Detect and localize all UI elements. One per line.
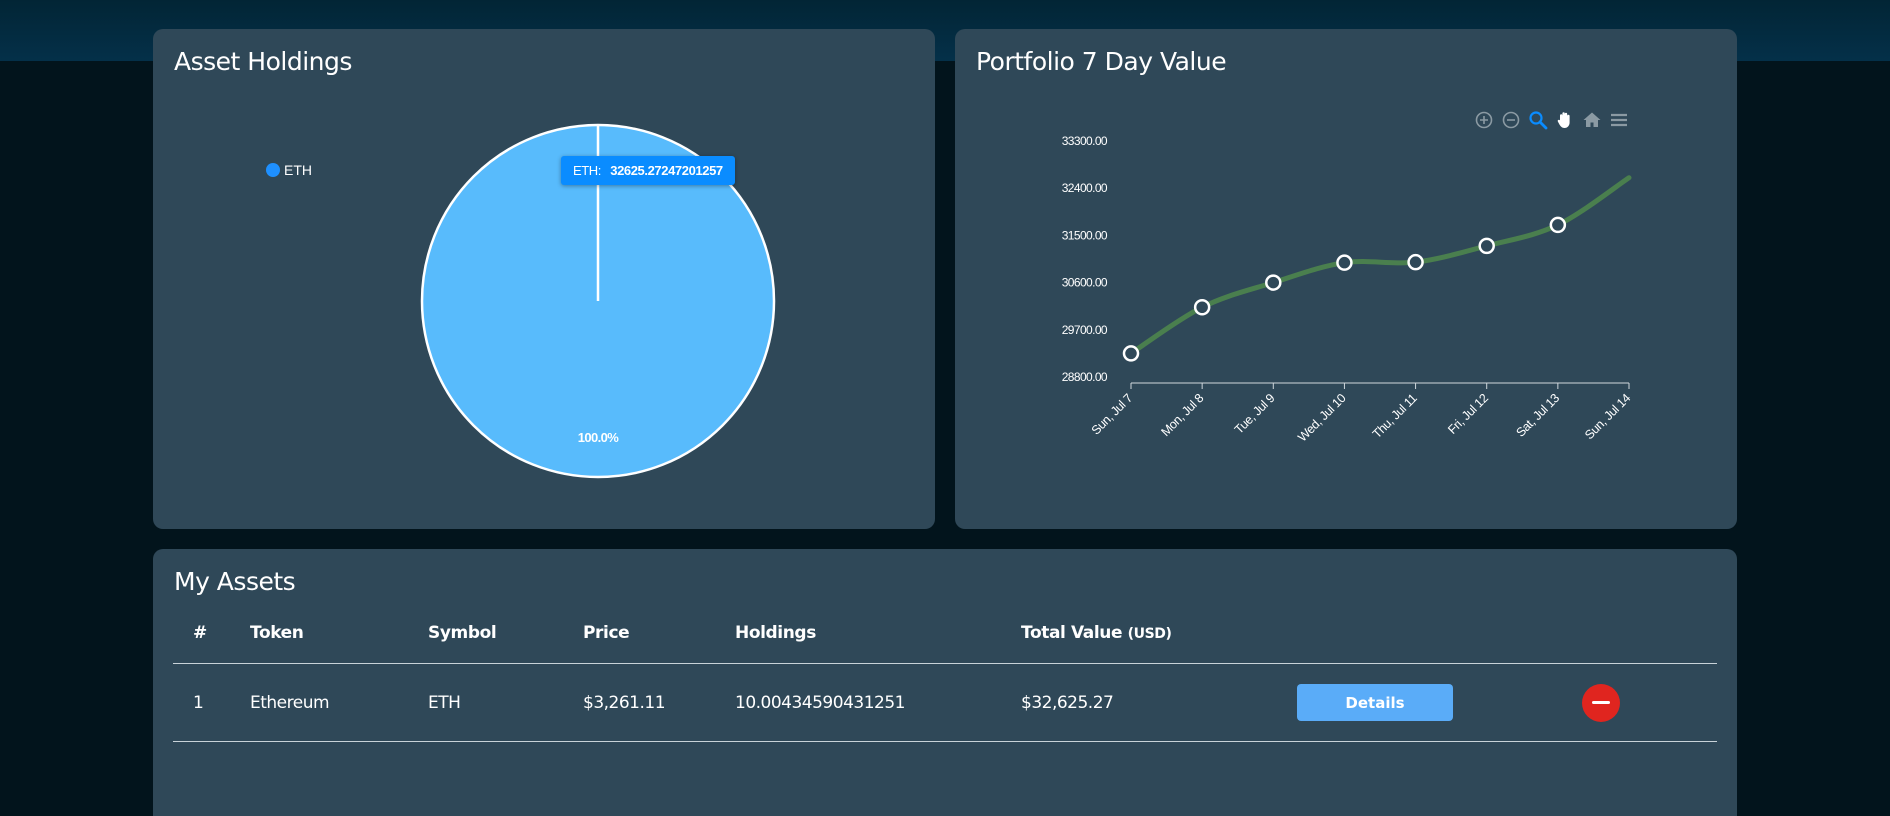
total-value-unit: (USD)	[1127, 626, 1172, 642]
total-value-label: Total Value	[1021, 623, 1123, 643]
column-header-price: Price	[583, 611, 735, 664]
y-tick-label: 31500.00	[1062, 228, 1108, 242]
chart-toolbar	[1473, 109, 1630, 131]
asset-holdings-card: Asset Holdings ETH 100.0% ETH: 32625.272…	[153, 29, 935, 529]
data-point-marker	[1122, 345, 1140, 362]
cell-index: 1	[173, 663, 250, 742]
cell-token: Ethereum	[250, 663, 428, 742]
x-tick-label: Fri, Jul 12	[1445, 391, 1491, 437]
remove-asset-button[interactable]	[1582, 683, 1620, 722]
tooltip-label: ETH:	[573, 163, 602, 178]
column-header-symbol: Symbol	[428, 611, 583, 664]
portfolio-line-chart: 33300.00 32400.00 31500.00 30600.00 29700.00…	[1062, 134, 1634, 445]
pie-tooltip: ETH: 32625.27247201257	[561, 156, 735, 185]
data-point-marker	[1193, 298, 1211, 316]
table-header-row: # Token Symbol Price Holdings Total Valu…	[173, 611, 1717, 664]
portfolio-value-line	[1128, 175, 1632, 356]
cell-holdings: 10.00434590431251	[735, 663, 1021, 742]
selection-zoom-icon[interactable]	[1527, 109, 1549, 131]
minus-icon	[1592, 701, 1610, 704]
data-point-marker	[1407, 253, 1424, 271]
pie-slice-percent-label: 100.0%	[578, 430, 620, 445]
y-tick-label: 28800.00	[1062, 370, 1108, 384]
cell-symbol: ETH	[428, 663, 583, 742]
y-tick-label: 29700.00	[1062, 323, 1108, 337]
reset-home-icon[interactable]	[1581, 109, 1603, 131]
x-tick-label: Sun, Jul 7	[1089, 391, 1136, 438]
x-tick-label: Tue, Jul 9	[1232, 391, 1278, 437]
x-tick-label: Mon, Jul 8	[1158, 391, 1206, 439]
cell-price: $3,261.11	[583, 663, 735, 742]
details-button[interactable]: Details	[1297, 684, 1453, 721]
menu-icon[interactable]	[1608, 109, 1630, 131]
table-row: 1 Ethereum ETH $3,261.11 10.004345904312…	[173, 663, 1717, 742]
column-header-remove	[1582, 611, 1717, 664]
column-header-total-value: Total Value (USD)	[1021, 611, 1297, 664]
y-tick-label: 32400.00	[1062, 181, 1108, 195]
y-tick-label: 33300.00	[1062, 134, 1108, 148]
asset-pie-chart: 100.0%	[420, 123, 776, 479]
data-point-marker	[1549, 216, 1567, 234]
assets-table: # Token Symbol Price Holdings Total Valu…	[173, 611, 1717, 742]
data-point-marker	[1478, 237, 1495, 255]
x-tick-label: Thu, Jul 11	[1370, 391, 1420, 441]
column-header-details	[1297, 611, 1582, 664]
tooltip-value: 32625.27247201257	[610, 163, 723, 178]
portfolio-value-card: Portfolio 7 Day Value 33300.00 32400.00 31…	[955, 29, 1737, 529]
my-assets-title: My Assets	[174, 567, 296, 596]
column-header-token: Token	[250, 611, 428, 664]
zoom-out-icon[interactable]	[1500, 109, 1522, 131]
x-tick-label: Wed, Jul 10	[1295, 391, 1349, 445]
x-tick-label: Sun, Jul 14	[1582, 391, 1633, 442]
cell-total-value: $32,625.27	[1021, 663, 1297, 742]
data-point-marker	[1265, 274, 1282, 291]
x-tick-label: Sat, Jul 13	[1513, 391, 1562, 440]
data-point-marker	[1336, 254, 1353, 271]
portfolio-title: Portfolio 7 Day Value	[976, 47, 1227, 76]
y-tick-label: 30600.00	[1062, 276, 1108, 290]
cell-remove	[1582, 663, 1717, 742]
my-assets-card: My Assets # Token Symbol Price Holdings …	[153, 549, 1737, 816]
zoom-in-icon[interactable]	[1473, 109, 1495, 131]
column-header-holdings: Holdings	[735, 611, 1021, 664]
cell-details: Details	[1297, 663, 1582, 742]
column-header-index: #	[173, 611, 250, 664]
pan-hand-icon[interactable]	[1554, 109, 1576, 131]
